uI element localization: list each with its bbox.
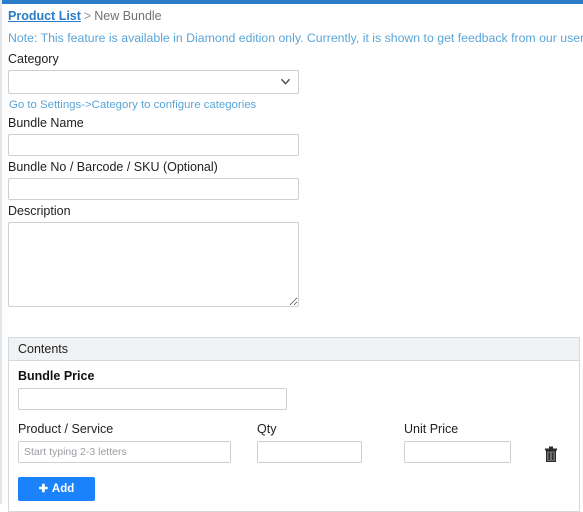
- add-line-item-button[interactable]: ✚ Add: [18, 477, 95, 501]
- category-select-wrapper: [8, 70, 299, 94]
- bundle-no-input[interactable]: [8, 178, 299, 200]
- contents-panel: Contents Bundle Price Product / Service …: [8, 337, 580, 512]
- bundle-form: Category Go to Settings->Category to con…: [2, 52, 583, 307]
- qty-input[interactable]: [257, 441, 362, 463]
- trash-icon: [545, 446, 557, 462]
- unit-price-input[interactable]: [404, 441, 511, 463]
- bundle-price-label: Bundle Price: [18, 369, 95, 383]
- delete-line-item-button[interactable]: [544, 446, 558, 462]
- bundle-price-input[interactable]: [18, 388, 287, 410]
- diamond-edition-note: Note: This feature is available in Diamo…: [8, 31, 583, 45]
- line-item-qty-col: Qty: [257, 422, 362, 463]
- line-item-unit-price-col: Unit Price: [404, 422, 511, 463]
- new-bundle-page: Product List > New Bundle Note: This featu…: [0, 0, 583, 512]
- bundle-no-label: Bundle No / Barcode / SKU (Optional): [8, 160, 218, 174]
- category-select[interactable]: [8, 70, 299, 94]
- breadcrumb-current-new-bundle: New Bundle: [94, 9, 162, 23]
- bundle-name-input[interactable]: [8, 134, 299, 156]
- breadcrumb-separator: >: [83, 9, 92, 23]
- description-label: Description: [8, 204, 71, 218]
- breadcrumb-link-product-list[interactable]: Product List: [8, 9, 81, 23]
- contents-panel-body: Bundle Price Product / Service Qty Unit …: [9, 361, 579, 511]
- product-service-label: Product / Service: [18, 422, 114, 436]
- qty-label: Qty: [257, 422, 277, 436]
- add-button-label: Add: [51, 483, 75, 495]
- contents-panel-title: Contents: [9, 338, 579, 361]
- page-content: Product List > New Bundle Note: This featu…: [2, 4, 583, 512]
- breadcrumb: Product List > New Bundle: [2, 4, 583, 30]
- category-settings-help-link[interactable]: Go to Settings->Category to configure ca…: [9, 98, 583, 112]
- line-item-row: Product / Service Qty Unit Price: [18, 422, 579, 463]
- category-label: Category: [8, 52, 59, 66]
- plus-icon: ✚: [38, 482, 48, 495]
- unit-price-label: Unit Price: [404, 422, 459, 436]
- bundle-name-label: Bundle Name: [8, 116, 84, 130]
- product-service-input[interactable]: [18, 441, 231, 463]
- line-item-product-col: Product / Service: [18, 422, 231, 463]
- description-textarea[interactable]: [8, 222, 299, 307]
